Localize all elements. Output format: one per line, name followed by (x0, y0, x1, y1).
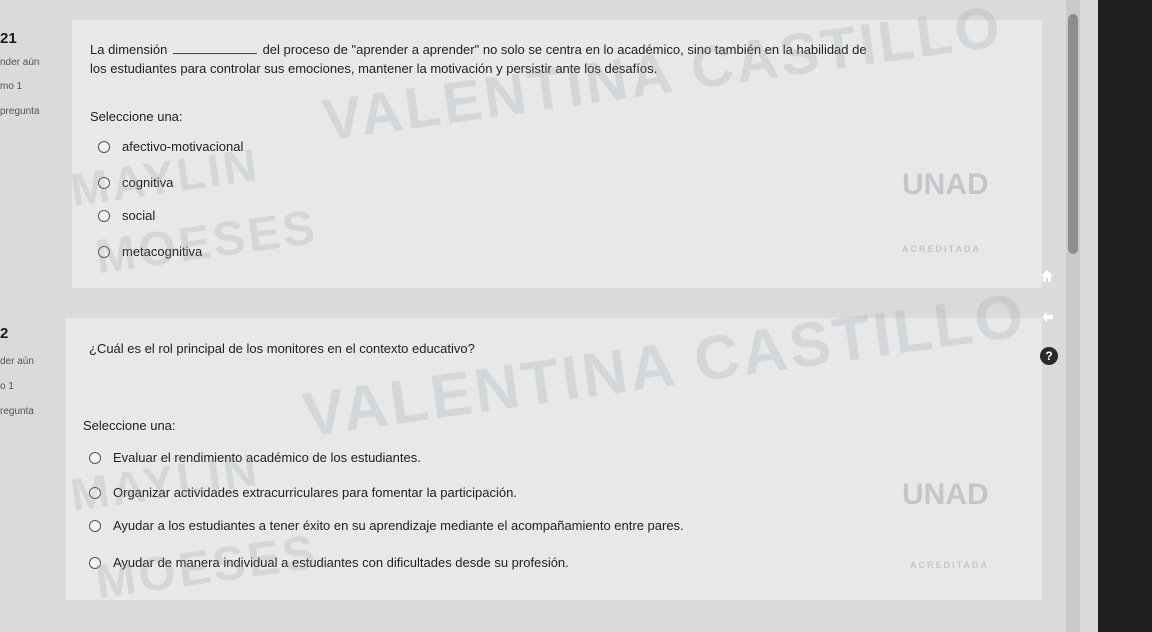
unad-logo: UNAD (902, 478, 989, 511)
question-points: mo 1 (0, 81, 23, 92)
arrow-left-icon[interactable] (1035, 305, 1059, 329)
answer-option[interactable]: social (98, 208, 155, 223)
question-status: der aún (0, 356, 34, 367)
question-text-part: los estudiantes para controlar sus emoci… (90, 61, 658, 76)
select-prompt: Seleccione una: (83, 418, 176, 433)
answer-label: metacognitiva (122, 244, 203, 259)
radio-button[interactable] (98, 245, 110, 258)
question-text-2: ¿Cuál es el rol principal de los monitor… (89, 341, 475, 356)
flag-question[interactable]: pregunta (0, 106, 72, 117)
answer-label: Ayudar a los estudiantes a tener éxito e… (113, 518, 684, 533)
question-text-part: La dimensión (90, 42, 168, 57)
question-number: 2 (0, 325, 9, 342)
select-prompt: Seleccione una: (90, 109, 183, 124)
answer-label: Ayudar de manera individual a estudiante… (113, 555, 569, 570)
acreditada-seal: ACREDITADA (910, 560, 989, 570)
right-edge-dark (1098, 0, 1152, 632)
question-text-1: La dimensión del proceso de "aprender a … (90, 40, 1030, 78)
acreditada-seal: ACREDITADA (902, 244, 981, 254)
answer-option[interactable]: Organizar actividades extracurriculares … (89, 485, 517, 500)
answer-label: Evaluar el rendimiento académico de los … (113, 450, 421, 465)
unad-logo: UNAD (902, 168, 989, 201)
home-icon[interactable] (1035, 264, 1059, 288)
radio-button[interactable] (89, 519, 101, 532)
question-text-part: del proceso de "aprender a aprender" no … (262, 42, 867, 57)
answer-option[interactable]: Ayudar a los estudiantes a tener éxito e… (89, 518, 684, 533)
radio-button[interactable] (89, 486, 101, 499)
blank-field (172, 42, 257, 54)
answer-label: Organizar actividades extracurriculares … (113, 485, 517, 500)
question-info-2: 2 der aún o 1 regunta (0, 325, 72, 417)
answer-option[interactable]: cognitiva (98, 175, 173, 190)
radio-button[interactable] (98, 140, 110, 153)
answer-option[interactable]: metacognitiva (98, 244, 202, 259)
flag-question[interactable]: regunta (0, 406, 72, 417)
answer-option[interactable]: Ayudar de manera individual a estudiante… (89, 555, 569, 570)
question-info-1: 21 nder aún mo 1 pregunta (0, 30, 72, 117)
radio-button[interactable] (98, 209, 110, 222)
radio-button[interactable] (98, 176, 110, 189)
answer-label: social (122, 208, 156, 223)
answer-option[interactable]: Evaluar el rendimiento académico de los … (89, 450, 421, 465)
question-status: nder aún (0, 57, 40, 68)
answer-label: afectivo-motivacional (122, 139, 244, 154)
radio-button[interactable] (89, 556, 101, 569)
answer-option[interactable]: afectivo-motivacional (98, 139, 243, 154)
question-points: o 1 (0, 381, 14, 392)
question-panel-2: ¿Cuál es el rol principal de los monitor… (65, 318, 1042, 600)
question-panel-1: La dimensión del proceso de "aprender a … (72, 20, 1042, 288)
quiz-page: 21 nder aún mo 1 pregunta La dimensión d… (0, 0, 1152, 632)
question-number: 21 (0, 30, 17, 47)
answer-label: cognitiva (122, 175, 174, 190)
radio-button[interactable] (89, 451, 101, 464)
scrollbar-thumb[interactable] (1068, 14, 1078, 254)
help-icon[interactable]: ? (1040, 347, 1058, 365)
